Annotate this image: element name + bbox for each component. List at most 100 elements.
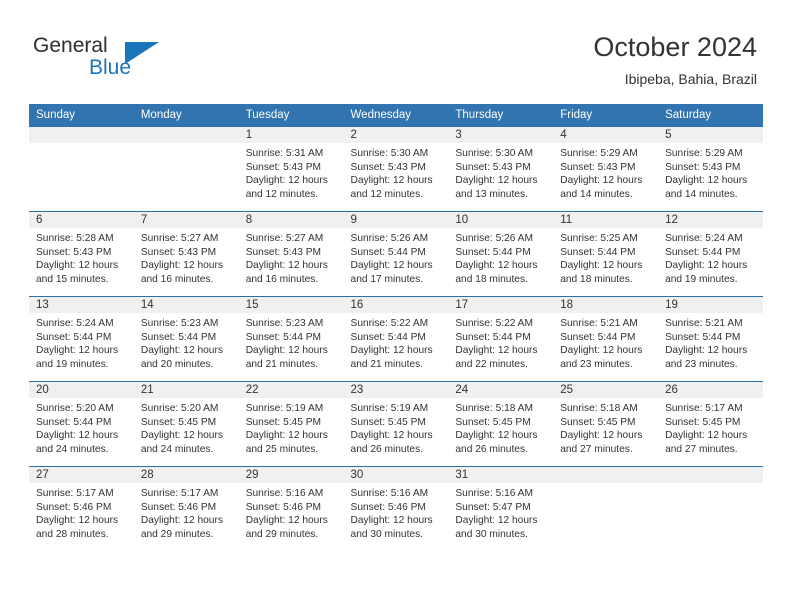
day-number: 7 — [133, 212, 239, 228]
day-details: Sunrise: 5:17 AM Sunset: 5:46 PM Daylight:… — [134, 483, 239, 541]
day-number — [553, 467, 659, 483]
calendar-day-cell[interactable]: 3 Sunrise: 5:30 AM Sunset: 5:43 PM Daylight… — [448, 126, 554, 212]
daylight-text-line2: and 13 minutes. — [455, 188, 528, 200]
daylight-text-line1: Daylight: 12 hours — [665, 430, 748, 442]
calendar-day-cell[interactable]: 13 Sunrise: 5:24 AM Sunset: 5:44 PM Dayligh… — [29, 296, 134, 382]
calendar-day-cell[interactable]: 12 Sunrise: 5:24 AM Sunset: 5:44 PM Dayligh… — [658, 211, 763, 297]
calendar-day-cell[interactable]: 30 Sunrise: 5:16 AM Sunset: 5:46 PM Dayligh… — [343, 466, 449, 551]
day-details: Sunrise: 5:29 AM Sunset: 5:43 PM Daylight:… — [658, 143, 763, 201]
daylight-text-line2: and 30 minutes. — [455, 528, 528, 540]
sunset-text: Sunset: 5:44 PM — [350, 331, 426, 343]
daylight-text-line2: and 29 minutes. — [140, 528, 214, 540]
day-details: Sunrise: 5:24 AM Sunset: 5:44 PM Daylight:… — [658, 228, 763, 286]
sunrise-text: Sunrise: 5:22 AM — [350, 318, 429, 329]
sunrise-text: Sunrise: 5:18 AM — [560, 403, 638, 414]
weekday-header-friday: Friday — [553, 104, 659, 127]
day-details: Sunrise: 5:22 AM Sunset: 5:44 PM Daylight:… — [448, 313, 553, 371]
sunrise-text: Sunrise: 5:16 AM — [245, 488, 324, 499]
sunset-text: Sunset: 5:44 PM — [140, 331, 217, 343]
sunrise-text: Sunrise: 5:20 AM — [36, 403, 114, 414]
calendar-day-cell[interactable]: 24 Sunrise: 5:18 AM Sunset: 5:45 PM Dayligh… — [448, 381, 554, 467]
day-details: Sunrise: 5:22 AM Sunset: 5:44 PM Daylight:… — [344, 313, 449, 371]
title-block: October 2024 Ibipeba, Bahia, Brazil — [593, 30, 757, 90]
sunrise-text: Sunrise: 5:26 AM — [455, 233, 533, 244]
day-details: Sunrise: 5:18 AM Sunset: 5:45 PM Daylight:… — [553, 398, 658, 456]
calendar-day-cell[interactable]: 7 Sunrise: 5:27 AM Sunset: 5:43 PM Daylight… — [133, 211, 239, 297]
weekday-header-tuesday: Tuesday — [238, 104, 344, 127]
sunrise-text: Sunrise: 5:30 AM — [455, 148, 533, 159]
sunset-text: Sunset: 5:43 PM — [665, 161, 741, 173]
calendar-day-cell[interactable]: 26 Sunrise: 5:17 AM Sunset: 5:45 PM Dayligh… — [658, 381, 763, 467]
calendar-day-cell[interactable]: 20 Sunrise: 5:20 AM Sunset: 5:44 PM Dayligh… — [29, 381, 134, 467]
day-details: Sunrise: 5:23 AM Sunset: 5:44 PM Daylight:… — [134, 313, 239, 371]
calendar-day-cell[interactable]: 14 Sunrise: 5:23 AM Sunset: 5:44 PM Dayligh… — [133, 296, 239, 382]
page-header: General Blue October 2024 Ibipeba, Bahia… — [0, 0, 792, 100]
calendar-day-cell[interactable]: 22 Sunrise: 5:19 AM Sunset: 5:45 PM Dayligh… — [238, 381, 344, 467]
calendar-day-cell[interactable]: 19 Sunrise: 5:21 AM Sunset: 5:44 PM Dayligh… — [658, 296, 763, 382]
day-number: 2 — [343, 127, 449, 143]
day-number: 4 — [553, 127, 659, 143]
sunset-text: Sunset: 5:44 PM — [455, 331, 531, 343]
sunset-text: Sunset: 5:43 PM — [140, 246, 217, 258]
day-number — [29, 127, 134, 143]
weekday-header-sunday: Sunday — [29, 104, 134, 127]
calendar-day-cell[interactable]: 1 Sunrise: 5:31 AM Sunset: 5:43 PM Daylight… — [238, 126, 344, 212]
calendar-day-cell[interactable]: 11 Sunrise: 5:25 AM Sunset: 5:44 PM Dayligh… — [553, 211, 659, 297]
calendar-day-cell[interactable]: 29 Sunrise: 5:16 AM Sunset: 5:46 PM Dayligh… — [238, 466, 344, 551]
daylight-text-line1: Daylight: 12 hours — [140, 260, 223, 272]
calendar-day-cell[interactable]: 9 Sunrise: 5:26 AM Sunset: 5:44 PM Daylight… — [343, 211, 449, 297]
sunset-text: Sunset: 5:45 PM — [245, 416, 322, 428]
sunset-text: Sunset: 5:44 PM — [560, 331, 636, 343]
calendar-day-cell[interactable]: 4 Sunrise: 5:29 AM Sunset: 5:43 PM Daylight… — [553, 126, 659, 212]
day-number: 11 — [553, 212, 659, 228]
calendar-day-cell[interactable]: 8 Sunrise: 5:27 AM Sunset: 5:43 PM Daylight… — [238, 211, 344, 297]
day-number: 24 — [448, 382, 554, 398]
day-number: 23 — [343, 382, 449, 398]
calendar-day-cell[interactable]: 31 Sunrise: 5:16 AM Sunset: 5:47 PM Dayligh… — [448, 466, 554, 551]
calendar-day-cell[interactable]: 23 Sunrise: 5:19 AM Sunset: 5:45 PM Dayligh… — [343, 381, 449, 467]
day-number: 1 — [238, 127, 344, 143]
calendar-day-cell[interactable]: 15 Sunrise: 5:23 AM Sunset: 5:44 PM Dayligh… — [238, 296, 344, 382]
general-blue-logo: General Blue — [33, 34, 213, 86]
daylight-text-line2: and 16 minutes. — [140, 273, 214, 285]
calendar-day-cell[interactable]: 27 Sunrise: 5:17 AM Sunset: 5:46 PM Dayligh… — [29, 466, 134, 551]
day-number: 27 — [29, 467, 134, 483]
weekday-header-thursday: Thursday — [448, 104, 554, 127]
sunrise-text: Sunrise: 5:16 AM — [350, 488, 429, 499]
calendar-day-cell[interactable]: 16 Sunrise: 5:22 AM Sunset: 5:44 PM Dayligh… — [343, 296, 449, 382]
daylight-text-line2: and 18 minutes. — [455, 273, 528, 285]
calendar-day-cell[interactable]: 28 Sunrise: 5:17 AM Sunset: 5:46 PM Dayligh… — [133, 466, 239, 551]
day-number: 13 — [29, 297, 134, 313]
sunset-text: Sunset: 5:43 PM — [245, 161, 322, 173]
calendar-day-cell[interactable]: 25 Sunrise: 5:18 AM Sunset: 5:45 PM Dayligh… — [553, 381, 659, 467]
daylight-text-line2: and 21 minutes. — [245, 358, 319, 370]
daylight-text-line2: and 17 minutes. — [350, 273, 424, 285]
sunrise-text: Sunrise: 5:24 AM — [665, 233, 743, 244]
daylight-text-line2: and 22 minutes. — [455, 358, 528, 370]
sunrise-text: Sunrise: 5:23 AM — [245, 318, 324, 329]
daylight-text-line1: Daylight: 12 hours — [560, 175, 643, 187]
sunrise-text: Sunrise: 5:27 AM — [245, 233, 324, 244]
calendar-day-cell[interactable]: 21 Sunrise: 5:20 AM Sunset: 5:45 PM Dayligh… — [133, 381, 239, 467]
calendar-day-cell[interactable]: 5 Sunrise: 5:29 AM Sunset: 5:43 PM Daylight… — [658, 126, 763, 212]
daylight-text-line2: and 12 minutes. — [350, 188, 424, 200]
logo-text-blue: Blue — [89, 56, 132, 79]
calendar-day-cell[interactable]: 2 Sunrise: 5:30 AM Sunset: 5:43 PM Daylight… — [343, 126, 449, 212]
sunrise-text: Sunrise: 5:27 AM — [140, 233, 219, 244]
day-details: Sunrise: 5:23 AM Sunset: 5:44 PM Daylight:… — [239, 313, 344, 371]
calendar-day-cell[interactable]: 18 Sunrise: 5:21 AM Sunset: 5:44 PM Dayligh… — [553, 296, 659, 382]
calendar-day-cell[interactable]: 17 Sunrise: 5:22 AM Sunset: 5:44 PM Dayligh… — [448, 296, 554, 382]
daylight-text-line2: and 27 minutes. — [560, 443, 633, 455]
daylight-text-line1: Daylight: 12 hours — [36, 430, 119, 442]
calendar-week-row: 1 Sunrise: 5:31 AM Sunset: 5:43 PM Daylight… — [29, 126, 763, 212]
sunset-text: Sunset: 5:47 PM — [455, 501, 531, 513]
day-number — [133, 127, 239, 143]
daylight-text-line1: Daylight: 12 hours — [36, 345, 119, 357]
calendar-day-cell[interactable]: 10 Sunrise: 5:26 AM Sunset: 5:44 PM Dayligh… — [448, 211, 554, 297]
sunrise-text: Sunrise: 5:17 AM — [665, 403, 743, 414]
daylight-text-line1: Daylight: 12 hours — [350, 430, 433, 442]
daylight-text-line1: Daylight: 12 hours — [140, 345, 223, 357]
calendar-day-cell[interactable]: 6 Sunrise: 5:28 AM Sunset: 5:43 PM Daylight… — [29, 211, 134, 297]
sunset-text: Sunset: 5:44 PM — [665, 331, 741, 343]
sunrise-text: Sunrise: 5:18 AM — [455, 403, 533, 414]
